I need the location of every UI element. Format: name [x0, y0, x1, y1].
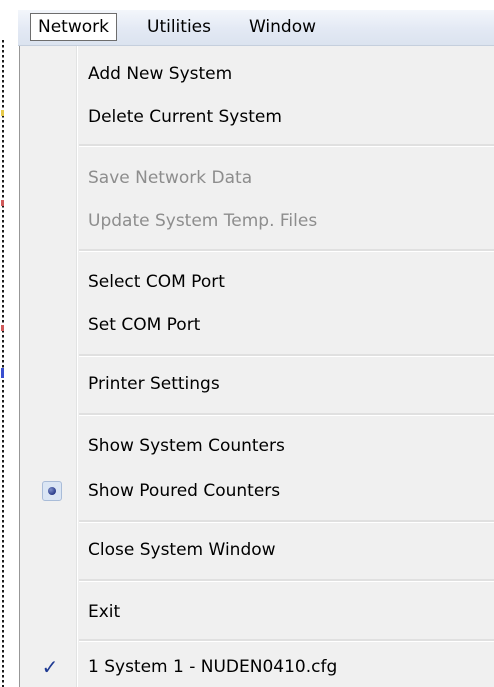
menu-separator — [79, 520, 494, 523]
menu-item-add-new-system[interactable]: Add New System — [20, 54, 494, 94]
menu-item-label: Add New System — [88, 64, 233, 84]
menu-item-select-com-port[interactable]: Select COM Port — [20, 262, 494, 302]
menu-item-show-poured-counters[interactable]: Show Poured Counters — [20, 471, 494, 511]
menu-item-label: Set COM Port — [88, 315, 201, 335]
app-window: Network Utilities Window Add New System … — [0, 0, 494, 687]
menu-item-set-com-port[interactable]: Set COM Port — [20, 305, 494, 345]
menu-item-label: Update System Temp. Files — [88, 211, 318, 231]
menu-window[interactable]: Window — [242, 10, 323, 46]
network-dropdown-menu: Add New System Delete Current System Sav… — [19, 46, 494, 687]
menu-item-show-system-counters[interactable]: Show System Counters — [20, 426, 494, 466]
menu-item-update-system-temp-files: Update System Temp. Files — [20, 201, 494, 241]
menu-separator — [79, 579, 494, 582]
menu-item-close-system-window[interactable]: Close System Window — [20, 530, 494, 570]
menu-item-label: Close System Window — [88, 540, 276, 560]
menu-item-label: Select COM Port — [88, 272, 225, 292]
menu-item-exit[interactable]: Exit — [20, 592, 494, 632]
menu-network[interactable]: Network — [30, 13, 117, 41]
menu-item-save-network-data: Save Network Data — [20, 158, 494, 198]
edge-mark-red — [1, 200, 4, 206]
menu-item-delete-current-system[interactable]: Delete Current System — [20, 97, 494, 137]
menu-item-label: Printer Settings — [88, 374, 220, 394]
menu-utilities[interactable]: Utilities — [140, 10, 218, 46]
menu-item-label: Show Poured Counters — [88, 481, 281, 501]
radio-dot-icon — [42, 481, 62, 501]
window-left-edge — [0, 0, 6, 687]
menu-item-printer-settings[interactable]: Printer Settings — [20, 364, 494, 404]
menu-separator — [79, 413, 494, 416]
edge-mark-yellow — [1, 110, 4, 116]
menu-separator — [79, 639, 494, 642]
checkmark-icon: ✓ — [41, 655, 59, 679]
edge-mark-blue — [1, 368, 4, 378]
menu-bar: Network Utilities Window — [18, 10, 494, 46]
window-border-dotted — [2, 40, 4, 687]
radio-dot — [48, 487, 56, 495]
menu-item-label: Save Network Data — [88, 168, 253, 188]
menu-item-label: 1 System 1 - NUDEN0410.cfg — [88, 657, 338, 677]
menu-separator — [79, 354, 494, 357]
menu-separator — [79, 249, 494, 252]
menu-item-window-system-1[interactable]: ✓ 1 System 1 - NUDEN0410.cfg — [20, 647, 494, 687]
menu-item-label: Delete Current System — [88, 107, 282, 127]
menu-separator — [79, 144, 494, 147]
menu-item-label: Exit — [88, 602, 121, 622]
menu-item-label: Show System Counters — [88, 436, 285, 456]
edge-mark-red-2 — [1, 325, 4, 331]
